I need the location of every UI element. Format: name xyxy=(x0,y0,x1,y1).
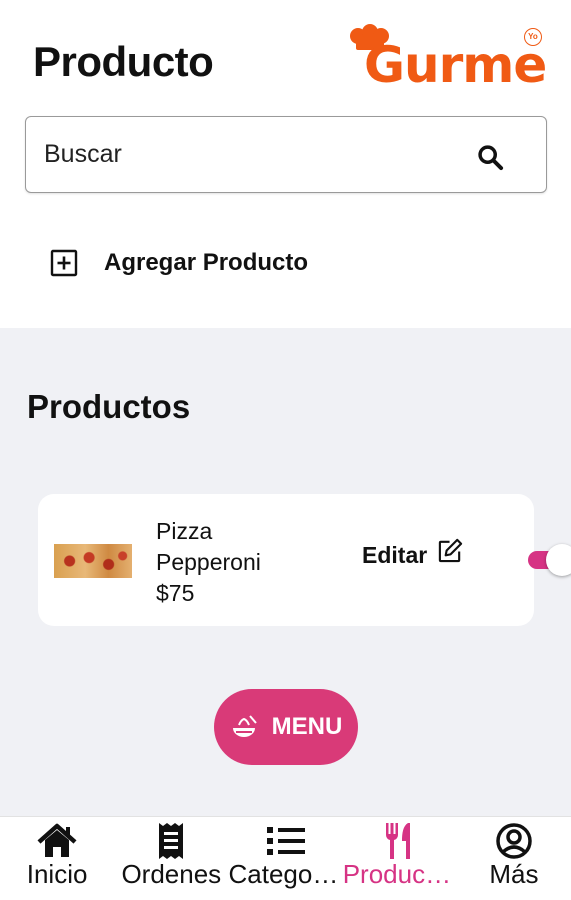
header-area: Producto Gurme Yo Agregar Producto xyxy=(0,0,571,328)
search-icon[interactable] xyxy=(476,143,504,171)
receipt-icon xyxy=(159,823,184,859)
product-name: Pizza Pepperoni xyxy=(156,518,261,575)
add-product-label: Agregar Producto xyxy=(104,249,309,276)
user-circle-icon xyxy=(496,823,532,859)
tab-categorias[interactable]: Categorias xyxy=(228,817,343,900)
gurme-logo: Gurme Yo xyxy=(346,24,547,96)
list-icon xyxy=(266,827,305,855)
logo-badge: Yo xyxy=(524,28,542,46)
tab-label: Productos xyxy=(342,859,457,889)
search-box xyxy=(25,116,547,193)
tab-ordenes[interactable]: Ordenes xyxy=(114,817,228,900)
products-area: Productos Pizza Pepperoni $75 Editar MEN… xyxy=(0,328,571,816)
food-bowl-icon xyxy=(232,715,257,737)
add-product-button[interactable]: Agregar Producto xyxy=(50,246,308,280)
tab-label: Categorias xyxy=(228,859,343,889)
product-image xyxy=(54,544,132,578)
menu-label: MENU xyxy=(271,713,343,740)
edit-product-button[interactable]: Editar xyxy=(362,538,464,569)
toggle-knob xyxy=(546,544,571,576)
utensils-icon xyxy=(385,823,410,859)
tab-productos[interactable]: Productos xyxy=(343,817,457,900)
edit-icon xyxy=(439,538,463,563)
page-title: Producto xyxy=(33,38,214,85)
product-card: Pizza Pepperoni $75 Editar xyxy=(38,494,571,626)
tab-mas[interactable]: Más xyxy=(457,817,571,900)
menu-button[interactable]: MENU xyxy=(214,689,358,765)
tab-inicio[interactable]: Inicio xyxy=(0,817,114,900)
bottom-tab-bar: Inicio Ordenes Categorias Productos Más xyxy=(0,816,571,900)
tab-label: Más xyxy=(489,859,539,889)
tab-label: Ordenes xyxy=(121,859,222,889)
product-availability-toggle[interactable] xyxy=(528,544,571,576)
logo-text: Gurme xyxy=(364,36,547,94)
plus-square-icon xyxy=(50,249,78,277)
search-input[interactable] xyxy=(44,117,444,192)
tab-label: Inicio xyxy=(26,859,88,889)
section-title: Productos xyxy=(27,388,191,425)
product-price: $75 xyxy=(156,580,195,606)
home-icon xyxy=(37,823,77,857)
edit-label: Editar xyxy=(362,542,428,568)
